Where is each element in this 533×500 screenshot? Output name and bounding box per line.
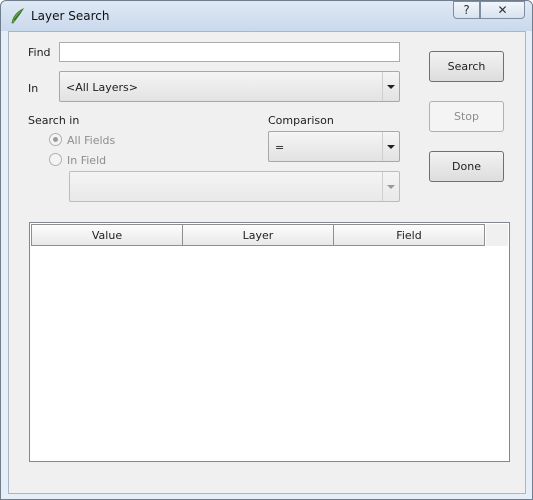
done-button[interactable]: Done <box>429 151 504 182</box>
find-input[interactable] <box>59 42 400 62</box>
chevron-down-icon <box>382 172 399 201</box>
help-button[interactable]: ? <box>453 1 480 19</box>
comparison-select[interactable]: = <box>268 131 400 162</box>
column-header-layer[interactable]: Layer <box>182 224 334 246</box>
window-title: Layer Search <box>31 9 110 23</box>
title-bar: Layer Search ? ✕ <box>1 1 532 31</box>
close-button[interactable]: ✕ <box>480 1 525 19</box>
stop-button[interactable]: Stop <box>429 101 504 132</box>
close-icon: ✕ <box>497 3 508 17</box>
layer-select-value: <All Layers> <box>66 81 138 94</box>
in-field-label: In Field <box>67 154 107 167</box>
help-icon: ? <box>463 3 470 17</box>
find-label: Find <box>28 46 51 59</box>
qgis-icon <box>11 8 25 24</box>
search-button[interactable]: Search <box>429 51 504 82</box>
comparison-label: Comparison <box>268 114 334 127</box>
chevron-down-icon <box>382 72 399 101</box>
layer-select[interactable]: <All Layers> <box>59 71 400 102</box>
column-header-field[interactable]: Field <box>333 224 485 246</box>
search-in-label: Search in <box>28 114 80 127</box>
all-fields-radio[interactable] <box>49 133 62 146</box>
header-filler <box>486 224 508 246</box>
in-field-radio[interactable] <box>49 153 62 166</box>
results-table[interactable]: Value Layer Field <box>29 222 510 462</box>
all-fields-label: All Fields <box>67 134 116 147</box>
in-label: In <box>28 82 39 95</box>
layer-search-dialog: Layer Search ? ✕ Find In <All Layers> Se… <box>0 0 533 500</box>
field-select[interactable] <box>69 171 400 202</box>
column-header-value[interactable]: Value <box>31 224 183 246</box>
results-header: Value Layer Field <box>31 224 485 246</box>
comparison-select-value: = <box>275 141 285 154</box>
dialog-body: Find In <All Layers> Search Stop Done Se… <box>8 31 526 494</box>
chevron-down-icon <box>382 132 399 161</box>
